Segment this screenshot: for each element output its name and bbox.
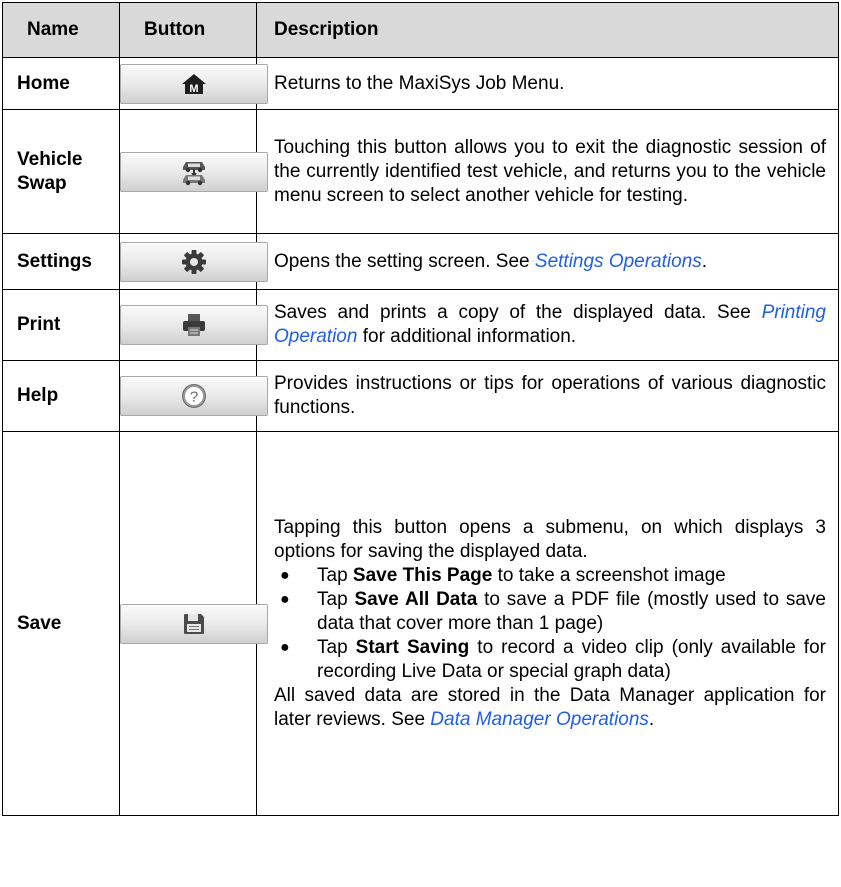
- list-item: ● Tap Save This Page to take a screenshot…: [280, 564, 726, 586]
- row-name-help: Help: [2, 360, 120, 432]
- table-row: Save Tapping this button opens a submenu…: [2, 431, 839, 816]
- save-options-list: ● Tap Save This Page to take a screenshot…: [274, 564, 826, 684]
- row-name-save: Save: [2, 431, 120, 816]
- home-button[interactable]: M: [120, 63, 268, 104]
- row-desc-print: Saves and prints a copy of the displayed…: [256, 289, 839, 361]
- save-outro-text: All saved data are stored in the Data Ma…: [274, 684, 826, 730]
- option-start-saving: Start Saving: [355, 636, 470, 658]
- row-desc-save: Tapping this button opens a submenu, on …: [256, 431, 839, 816]
- option-save-this-page: Save This Page: [352, 564, 493, 586]
- bullet-icon: ●: [280, 590, 290, 608]
- floppy-disk-icon: [184, 613, 204, 634]
- row-name-home: Home: [2, 57, 120, 110]
- settings-operations-link[interactable]: Settings Operations: [535, 251, 702, 272]
- gear-icon: [182, 249, 206, 274]
- settings-button[interactable]: [120, 241, 268, 282]
- table-row: Vehicle Swap Touching this button allows…: [2, 109, 839, 234]
- row-desc-home: Returns to the MaxiSys Job Menu.: [256, 57, 839, 110]
- data-manager-operations-link[interactable]: Data Manager Operations: [430, 709, 649, 730]
- vehicle-swap-button[interactable]: [120, 151, 268, 192]
- option-save-all-data: Save All Data: [354, 588, 478, 610]
- row-desc-vehicle-swap: Touching this button allows you to exit …: [256, 109, 839, 234]
- list-item: ● Tap Save All Data to save a PDF file (m…: [280, 588, 826, 634]
- vehicle-swap-icon: [183, 161, 205, 185]
- bullet-icon: ●: [280, 638, 290, 656]
- table-row: Print Saves and prints a copy of the dis…: [2, 289, 839, 361]
- header-description: Description: [256, 2, 839, 58]
- table-row: Help ? Provides instructions or tips for…: [2, 360, 839, 432]
- row-name-print: Print: [2, 289, 120, 361]
- help-button[interactable]: ?: [120, 376, 268, 416]
- row-desc-help: Provides instructions or tips for operat…: [256, 360, 839, 432]
- table-row: Settings Opens the setting screen. See S…: [2, 233, 839, 290]
- button-description-table: Name Button Description Home M Returns t…: [2, 2, 839, 816]
- bullet-icon: ●: [280, 566, 290, 584]
- table-header-row: Name Button Description: [2, 2, 839, 58]
- svg-text:?: ?: [190, 389, 198, 406]
- home-m-icon: M: [182, 73, 206, 95]
- header-name: Name: [2, 2, 120, 58]
- svg-text:M: M: [189, 83, 198, 95]
- save-button[interactable]: [120, 603, 268, 644]
- printer-icon: [183, 314, 205, 336]
- row-name-vehicle-swap: Vehicle Swap: [2, 109, 120, 234]
- header-button: Button: [119, 2, 257, 58]
- save-intro-text: Tapping this button opens a submenu, on …: [274, 516, 826, 562]
- row-name-settings: Settings: [2, 233, 120, 290]
- row-desc-settings: Opens the setting screen. See Settings O…: [256, 233, 839, 290]
- help-icon: ?: [182, 384, 206, 408]
- table-row: Home M Returns to the MaxiSys Job Menu.: [2, 57, 839, 110]
- list-item: ● Tap Start Saving to record a video clip…: [280, 636, 826, 682]
- print-button[interactable]: [120, 305, 268, 345]
